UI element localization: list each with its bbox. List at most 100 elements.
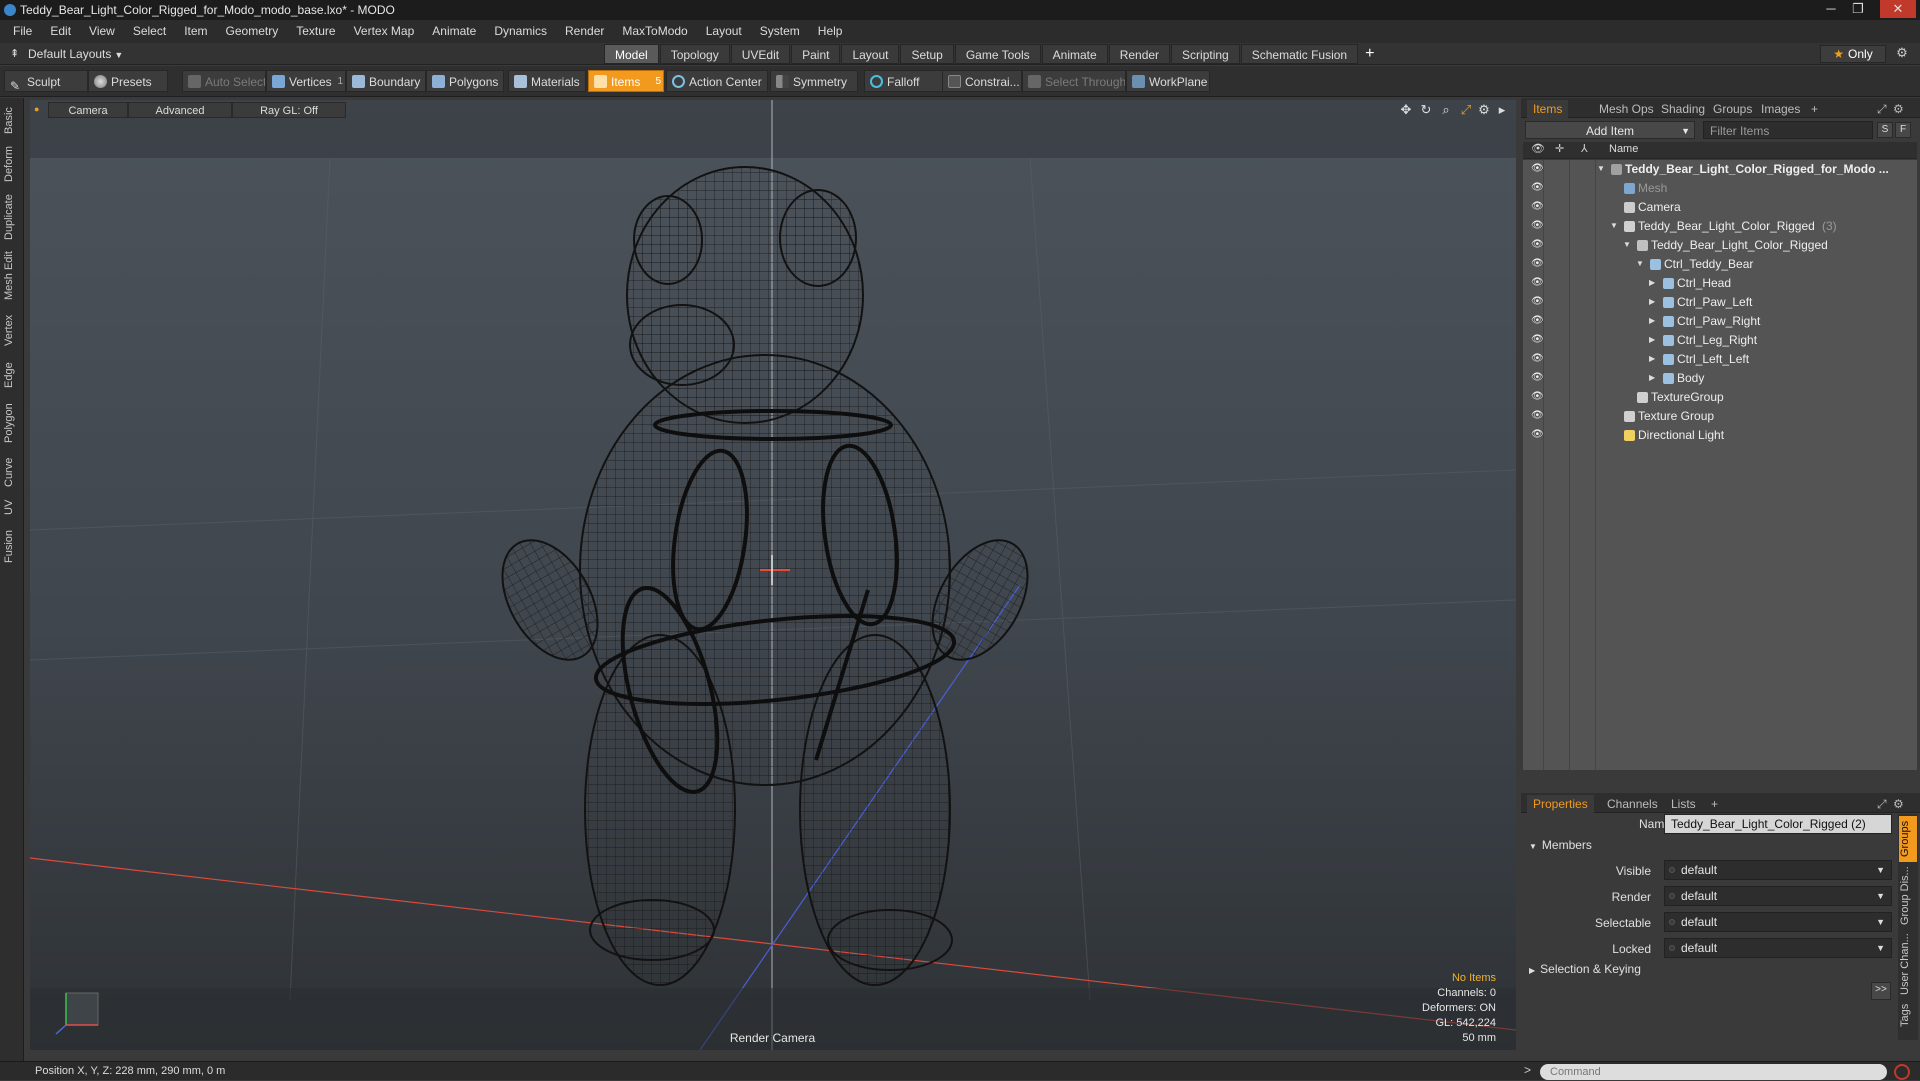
side-tab-groups[interactable]: Groups (1899, 816, 1917, 862)
expand-arrow-right-icon[interactable]: ▶ (1649, 331, 1655, 349)
viewport-settings-icon[interactable]: ⚙ (1476, 102, 1492, 118)
tab-paint[interactable]: Paint (791, 44, 841, 64)
left-tab-vertex[interactable]: Vertex (3, 310, 21, 350)
tab-model[interactable]: Model (604, 44, 659, 64)
tab-scripting[interactable]: Scripting (1171, 44, 1240, 64)
filter-f-button[interactable]: F (1895, 122, 1911, 138)
close-button[interactable]: ✕ (1880, 0, 1916, 18)
menu-animate[interactable]: Animate (423, 20, 485, 43)
polygons-button[interactable]: Polygons (426, 70, 504, 92)
menu-geometry[interactable]: Geometry (217, 20, 288, 43)
action-center-button[interactable]: Action Center (666, 70, 768, 92)
tab-lists[interactable]: Lists (1665, 795, 1702, 813)
tab-channels[interactable]: Channels (1601, 795, 1664, 813)
record-macro-icon[interactable] (1894, 1064, 1910, 1080)
tree-row[interactable]: 👁 ▶ Ctrl_Paw_Left (1523, 293, 1917, 311)
tab-setup[interactable]: Setup (900, 44, 954, 64)
visible-dropdown[interactable]: default ▼ (1664, 860, 1892, 880)
viewport-canvas[interactable] (30, 100, 1516, 1050)
tab-layout[interactable]: Layout (841, 44, 900, 64)
maximize-view-icon[interactable]: ⤢ (1458, 102, 1474, 118)
viewport-menu-dot-icon[interactable]: ● (34, 104, 39, 114)
camera-button[interactable]: Camera (48, 102, 128, 118)
side-tab-tags[interactable]: Tags (1899, 1000, 1917, 1030)
properties-gear-icon[interactable]: ⚙ (1887, 795, 1910, 813)
menu-select[interactable]: Select (124, 20, 175, 43)
tree-row[interactable]: 👁 Camera (1523, 198, 1917, 216)
left-tab-deform[interactable]: Deform (3, 144, 21, 184)
side-tab-user-channels[interactable]: User Chan... (1899, 932, 1917, 996)
tab-uvedit[interactable]: UVEdit (730, 44, 791, 64)
tab-topology[interactable]: Topology (659, 44, 730, 64)
tree-row[interactable]: 👁 ▶ Ctrl_Leg_Right (1523, 331, 1917, 349)
tree-row[interactable]: 👁 ▼ Teddy_Bear_Light_Color_Rigged_for_Modo… (1523, 160, 1917, 178)
side-tab-group-display[interactable]: Group Dis... (1899, 866, 1917, 926)
expand-arrow-down-icon[interactable]: ▼ (1636, 255, 1644, 273)
expand-arrow-down-icon[interactable]: ▼ (1610, 217, 1618, 235)
menu-file[interactable]: File (4, 20, 41, 43)
left-tab-basic[interactable]: Basic (3, 106, 21, 136)
left-tab-duplicate[interactable]: Duplicate (3, 192, 21, 242)
command-input[interactable]: Command (1540, 1064, 1887, 1080)
locked-dropdown[interactable]: default ▼ (1664, 938, 1892, 958)
selectable-key-dot[interactable] (1669, 919, 1675, 925)
tree-row[interactable]: 👁 TextureGroup (1523, 388, 1917, 406)
selectable-dropdown[interactable]: default ▼ (1664, 912, 1892, 932)
tab-mesh-ops[interactable]: Mesh Ops (1593, 100, 1660, 118)
left-tab-fusion[interactable]: Fusion (3, 526, 21, 566)
expand-arrow-right-icon[interactable]: ▶ (1649, 350, 1655, 368)
expand-arrow-right-icon[interactable]: ▶ (1649, 312, 1655, 330)
tab-game-tools[interactable]: Game Tools (954, 44, 1041, 64)
render-dropdown[interactable]: default ▼ (1664, 886, 1892, 906)
tree-row[interactable]: 👁 Texture Group (1523, 407, 1917, 425)
expand-arrow-right-icon[interactable]: ▶ (1649, 293, 1655, 311)
items-button[interactable]: Items 5 (588, 70, 664, 92)
add-properties-tab-icon[interactable]: + (1705, 795, 1724, 813)
menu-texture[interactable]: Texture (287, 20, 344, 43)
expand-arrow-down-icon[interactable]: ▼ (1623, 236, 1631, 254)
menu-layout[interactable]: Layout (697, 20, 751, 43)
expand-arrow-right-icon[interactable]: ▶ (1649, 274, 1655, 292)
type-column-icon[interactable]: ⅄ (1581, 142, 1588, 155)
vertices-button[interactable]: Vertices 1 (266, 70, 346, 92)
tab-properties[interactable]: Properties (1527, 795, 1594, 813)
advanced-button[interactable]: Advanced (128, 102, 232, 118)
viewport-menu-arrow-icon[interactable]: ▸ (1494, 102, 1510, 118)
tab-render[interactable]: Render (1108, 44, 1171, 64)
item-name-field[interactable]: Teddy_Bear_Light_Color_Rigged (2) (1664, 814, 1892, 834)
add-item-button[interactable]: Add Item ▼ (1525, 121, 1695, 139)
tree-row[interactable]: 👁 Mesh (1523, 179, 1917, 197)
panel-gear-icon[interactable]: ⚙ (1887, 100, 1910, 118)
left-tab-uv[interactable]: UV (3, 496, 21, 518)
rotate-view-icon[interactable]: ↻ (1418, 102, 1434, 118)
left-tab-edge[interactable]: Edge (3, 358, 21, 392)
tree-row[interactable]: 👁 ▶ Ctrl_Head (1523, 274, 1917, 292)
minimize-button[interactable]: ─ (1818, 0, 1844, 18)
constraints-button[interactable]: Constrai... (942, 70, 1022, 92)
tab-schematic-fusion[interactable]: Schematic Fusion (1240, 44, 1359, 64)
boundary-button[interactable]: Boundary (346, 70, 426, 92)
materials-button[interactable]: Materials (508, 70, 586, 92)
auto-select-button[interactable]: Auto Select (182, 70, 266, 92)
tree-row[interactable]: 👁 ▶ Ctrl_Paw_Right (1523, 312, 1917, 330)
menu-view[interactable]: View (80, 20, 124, 43)
presets-button[interactable]: Presets (88, 70, 168, 92)
tree-row[interactable]: 👁 ▼ Teddy_Bear_Light_Color_Rigged (3) (1523, 217, 1917, 235)
tree-row[interactable]: 👁 ▼ Teddy_Bear_Light_Color_Rigged (1523, 236, 1917, 254)
3d-viewport[interactable] (30, 100, 1516, 1050)
only-button[interactable]: ★ Only (1820, 45, 1886, 63)
tab-groups[interactable]: Groups (1707, 100, 1758, 118)
default-layouts-dropdown[interactable]: ⇞ Default Layouts ▼ (8, 45, 123, 63)
menu-dynamics[interactable]: Dynamics (485, 20, 556, 43)
menu-maxtomodo[interactable]: MaxToModo (613, 20, 696, 43)
tree-row[interactable]: 👁 ▶ Ctrl_Left_Left (1523, 350, 1917, 368)
tab-items[interactable]: Items (1527, 100, 1569, 118)
zoom-view-icon[interactable]: ⌕ (1438, 102, 1454, 118)
expand-button[interactable]: >> (1871, 982, 1891, 1000)
tab-images[interactable]: Images (1755, 100, 1806, 118)
members-section[interactable]: ▼ Members (1529, 838, 1592, 852)
add-tab-plus-icon[interactable]: + (1365, 44, 1374, 64)
move-view-icon[interactable]: ✥ (1398, 102, 1414, 118)
menu-edit[interactable]: Edit (41, 20, 80, 43)
visible-key-dot[interactable] (1669, 867, 1675, 873)
